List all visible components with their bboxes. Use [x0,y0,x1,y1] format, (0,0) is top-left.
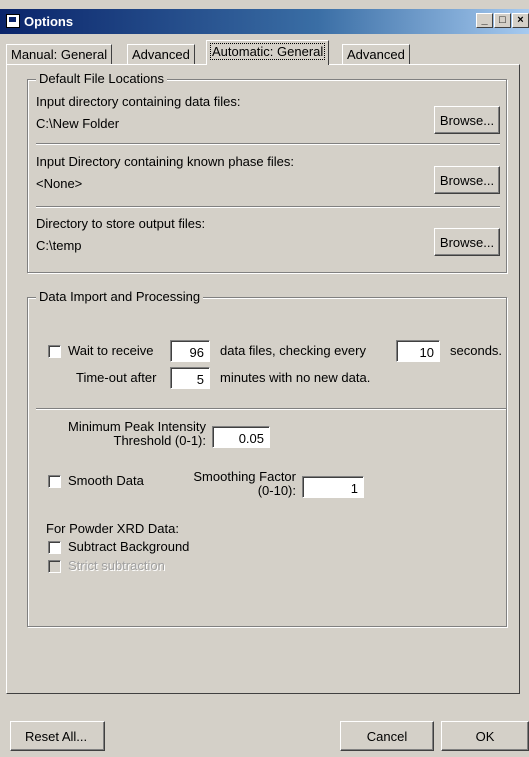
tab-panel: Default File Locations Input directory c… [6,64,520,694]
data-processing-legend: Data Import and Processing [36,289,204,304]
min-peak-label-line1: Minimum Peak Intensity [68,419,206,434]
smoothing-factor-label-line2: (0-10): [257,483,296,498]
smoothing-factor-field[interactable] [302,476,364,498]
tab-label: Automatic: General [209,43,326,60]
output-dir-label: Directory to store output files: [36,216,206,231]
seconds-label: seconds. [450,343,503,358]
checking-label: data files, checking every [220,343,366,358]
tab-manual-advanced[interactable]: Advanced [127,44,195,64]
phase-dir-value: <None> [36,176,83,191]
separator [36,408,506,410]
tab-automatic-general[interactable]: Automatic: General [206,40,330,65]
powder-xrd-label: For Powder XRD Data: [46,521,179,536]
tab-automatic-advanced[interactable]: Advanced [342,44,410,64]
strict-subtraction-checkbox [48,560,61,573]
cancel-button[interactable]: Cancel [340,721,434,751]
file-locations-group: Default File Locations Input directory c… [27,71,507,273]
smooth-data-checkbox[interactable] [48,475,61,488]
timeout-label: Time-out after [76,370,157,385]
min-peak-field[interactable] [212,426,270,448]
subtract-background-checkbox[interactable] [48,541,61,554]
separator [36,206,500,208]
wait-checkbox[interactable] [48,345,61,358]
browse-output-dir-button[interactable]: Browse... [434,228,500,256]
title-bar[interactable]: Options _ □ × [0,9,529,34]
input-dir-value: C:\New Folder [36,116,120,131]
close-button[interactable]: × [512,13,529,28]
wait-label: Wait to receive [68,343,154,358]
subtract-background-label: Subtract Background [68,539,190,554]
wait-count-field[interactable] [170,340,210,362]
input-dir-label: Input directory containing data files: [36,94,241,109]
smooth-data-label: Smooth Data [68,473,144,488]
maximize-button[interactable]: □ [494,13,511,28]
ok-button[interactable]: OK [441,721,529,751]
tab-label: Advanced [132,47,190,62]
tab-label: Advanced [347,47,405,62]
file-locations-legend: Default File Locations [36,71,168,86]
browse-phase-dir-button[interactable]: Browse... [434,166,500,194]
app-icon [6,14,20,28]
data-processing-group: Data Import and Processing Wait to recei… [27,289,507,627]
timeout-suffix: minutes with no new data. [220,370,371,385]
options-window: Options _ □ × Manual: General Advanced A… [0,0,529,757]
tab-label: Manual: General [11,47,108,62]
browse-input-dir-button[interactable]: Browse... [434,106,500,134]
strict-subtraction-label: Strict subtraction [68,558,165,573]
reset-all-button[interactable]: Reset All... [10,721,105,751]
tab-manual-general[interactable]: Manual: General [6,44,113,64]
output-dir-value: C:\temp [36,238,82,253]
window-title: Options [24,14,74,29]
check-interval-field[interactable] [396,340,440,362]
min-peak-label-line2: Threshold (0-1): [113,433,206,448]
smoothing-factor-label-line1: Smoothing Factor [193,469,296,484]
phase-dir-label: Input Directory containing known phase f… [36,154,294,169]
timeout-field[interactable] [170,367,210,389]
minimize-button[interactable]: _ [476,13,493,28]
separator [36,143,500,145]
